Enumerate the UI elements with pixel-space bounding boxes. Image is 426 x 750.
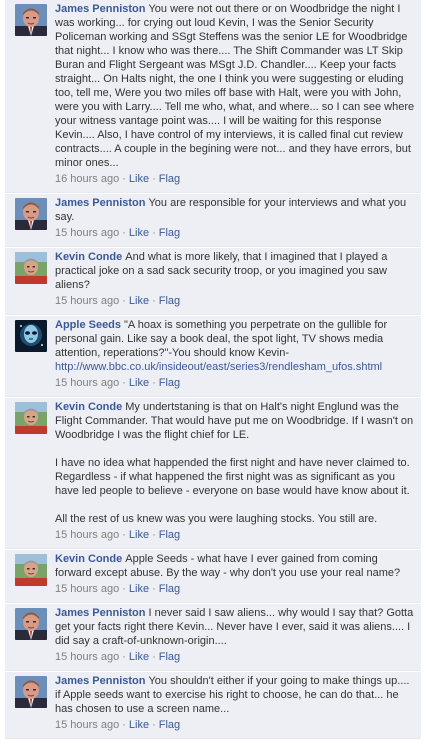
like-link[interactable]: Like (129, 719, 149, 731)
comment-paragraph: All the rest of us knew was you were lau… (55, 512, 415, 526)
comment-meta: 15 hours ago · Like · Flag (55, 226, 415, 240)
comment-paragraph: James Penniston You were not out there or… (55, 2, 415, 170)
comment-paragraph: I have no idea what happended the first … (55, 456, 415, 498)
comment-body: Kevin Conde And what is more likely, that… (55, 250, 415, 308)
flag-link[interactable]: Flag (159, 651, 180, 663)
like-link[interactable]: Like (129, 651, 149, 663)
comment-body: Kevin Conde Apple Seeds - what have I eve… (55, 552, 415, 596)
comment: Kevin Conde And what is more likely, that… (5, 248, 421, 315)
author-link[interactable]: Kevin Conde (55, 553, 122, 565)
comment-paragraph: Apple Seeds "A hoax is something you perp… (55, 318, 415, 374)
separator-dot: · (152, 295, 156, 307)
timestamp: 15 hours ago (55, 295, 120, 307)
separator-dot: · (122, 583, 126, 595)
separator-dot: · (122, 651, 126, 663)
separator-dot: · (122, 295, 126, 307)
separator-dot: · (152, 529, 156, 541)
flag-link[interactable]: Flag (159, 295, 180, 307)
like-link[interactable]: Like (129, 173, 149, 185)
comment-meta: 15 hours ago · Like · Flag (55, 294, 415, 308)
author-link[interactable]: James Penniston (55, 197, 145, 209)
like-link[interactable]: Like (129, 295, 149, 307)
like-link[interactable]: Like (129, 529, 149, 541)
comment-text: All the rest of us knew was you were lau… (55, 513, 378, 525)
timestamp: 15 hours ago (55, 583, 120, 595)
flag-link[interactable]: Flag (159, 583, 180, 595)
timestamp: 15 hours ago (55, 227, 120, 239)
comment-body: Kevin Conde My undertstaning is that on H… (55, 400, 415, 542)
like-link[interactable]: Like (129, 377, 149, 389)
separator-dot: · (152, 583, 156, 595)
comment: James Penniston I never said I saw aliens… (5, 604, 421, 671)
profile-avatar[interactable] (15, 676, 47, 708)
profile-avatar[interactable] (15, 252, 47, 284)
comment: James Penniston You shouldn't either if y… (5, 672, 421, 739)
flag-link[interactable]: Flag (159, 529, 180, 541)
separator-dot: · (152, 227, 156, 239)
timestamp: 15 hours ago (55, 719, 120, 731)
comment-body: James Penniston I never said I saw aliens… (55, 606, 415, 664)
author-link[interactable]: James Penniston (55, 607, 145, 619)
comment-meta: 16 hours ago · Like · Flag (55, 172, 415, 186)
flag-link[interactable]: Flag (159, 377, 180, 389)
like-link[interactable]: Like (129, 227, 149, 239)
profile-avatar[interactable] (15, 554, 47, 586)
comment-meta: 15 hours ago · Like · Flag (55, 650, 415, 664)
profile-avatar[interactable] (15, 4, 47, 36)
separator-dot: · (122, 173, 126, 185)
author-link[interactable]: James Penniston (55, 675, 145, 687)
separator-dot: · (152, 173, 156, 185)
comment-paragraph: James Penniston You are responsible for y… (55, 196, 415, 224)
timestamp: 15 hours ago (55, 377, 120, 389)
author-link[interactable]: Apple Seeds (55, 319, 121, 331)
comment: James Penniston You were not out there or… (5, 0, 421, 193)
separator-dot: · (152, 719, 156, 731)
comment-text: You were not out there or on Woodbridge … (55, 3, 415, 169)
profile-avatar[interactable] (15, 608, 47, 640)
comment-meta: 15 hours ago · Like · Flag (55, 718, 415, 732)
comment-url-link[interactable]: http://www.bbc.co.uk/insideout/east/seri… (55, 361, 382, 373)
author-link[interactable]: James Penniston (55, 3, 145, 15)
flag-link[interactable]: Flag (159, 227, 180, 239)
separator-dot: · (122, 227, 126, 239)
separator-dot: · (122, 719, 126, 731)
comment: Kevin Conde Apple Seeds - what have I eve… (5, 550, 421, 603)
comment: Apple Seeds "A hoax is something you perp… (5, 316, 421, 397)
comment-meta: 15 hours ago · Like · Flag (55, 376, 415, 390)
separator-dot: · (122, 377, 126, 389)
comment-body: James Penniston You shouldn't either if y… (55, 674, 415, 732)
timestamp: 15 hours ago (55, 651, 120, 663)
timestamp: 15 hours ago (55, 529, 120, 541)
like-link[interactable]: Like (129, 583, 149, 595)
comment: James Penniston You are responsible for y… (5, 194, 421, 247)
comment-paragraph: James Penniston I never said I saw aliens… (55, 606, 415, 648)
comment-body: James Penniston You are responsible for y… (55, 196, 415, 240)
comment-body: James Penniston You were not out there or… (55, 2, 415, 186)
separator-dot: · (152, 651, 156, 663)
comment-paragraph: Kevin Conde Apple Seeds - what have I eve… (55, 552, 415, 580)
flag-link[interactable]: Flag (159, 719, 180, 731)
author-link[interactable]: Kevin Conde (55, 251, 122, 263)
timestamp: 16 hours ago (55, 173, 120, 185)
profile-avatar[interactable] (15, 198, 47, 230)
profile-avatar[interactable] (15, 402, 47, 434)
comment-paragraph: Kevin Conde And what is more likely, that… (55, 250, 415, 292)
comment-meta: 15 hours ago · Like · Flag (55, 582, 415, 596)
separator-dot: · (122, 529, 126, 541)
comment-text: I have no idea what happended the first … (55, 457, 410, 497)
flag-link[interactable]: Flag (159, 173, 180, 185)
comment-body: Apple Seeds "A hoax is something you perp… (55, 318, 415, 390)
comment: Kevin Conde My undertstaning is that on H… (5, 398, 421, 549)
comment-paragraph: Kevin Conde My undertstaning is that on H… (55, 400, 415, 442)
comment-paragraph: James Penniston You shouldn't either if y… (55, 674, 415, 716)
comment-thread: James Penniston You were not out there or… (0, 0, 426, 739)
author-link[interactable]: Kevin Conde (55, 401, 122, 413)
separator-dot: · (152, 377, 156, 389)
profile-avatar[interactable] (15, 320, 47, 352)
comment-meta: 15 hours ago · Like · Flag (55, 528, 415, 542)
